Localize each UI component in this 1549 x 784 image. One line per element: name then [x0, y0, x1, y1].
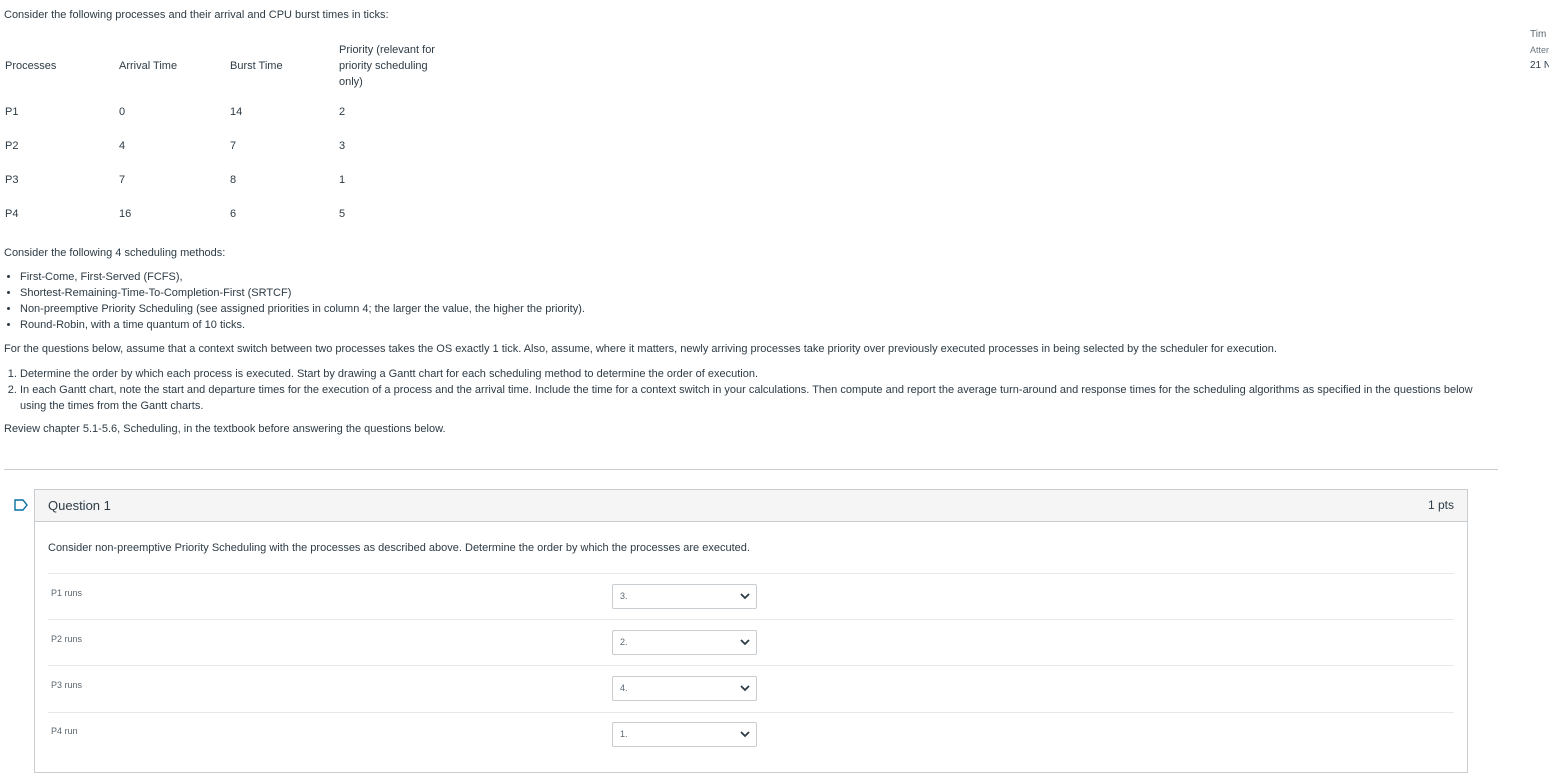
col-header-arrival: Arrival Time	[119, 59, 178, 72]
chevron-down-icon	[740, 593, 750, 600]
answer-select[interactable]: 1.	[612, 722, 757, 747]
methods-list: First-Come, First-Served (FCFS), Shortes…	[0, 269, 585, 333]
cell-process: P1	[5, 106, 19, 118]
list-item: Determine the order by which each proces…	[20, 366, 1500, 382]
list-item: Round-Robin, with a time quantum of 10 t…	[20, 317, 585, 333]
cell-burst: 6	[230, 208, 237, 220]
steps-list: Determine the order by which each proces…	[0, 366, 1500, 414]
divider	[48, 619, 1454, 620]
col-header-priority: Priority (relevant for priority scheduli…	[339, 43, 435, 88]
assumption-text: For the questions below, assume that a c…	[4, 343, 1277, 355]
question-card: Question 1 1 pts Consider non-preemptive…	[34, 489, 1468, 773]
answer-select[interactable]: 2.	[612, 630, 757, 655]
answer-label: P3 runs	[51, 680, 83, 690]
select-value: 4.	[620, 683, 628, 693]
answer-label: P4 run	[51, 726, 78, 736]
table-row: P2 4 7 3	[0, 129, 439, 163]
cell-burst: 14	[230, 106, 243, 118]
answer-label: P1 runs	[51, 588, 83, 598]
chevron-down-icon	[740, 639, 750, 646]
divider	[48, 573, 1454, 574]
chevron-down-icon	[740, 731, 750, 738]
select-value: 1.	[620, 729, 628, 739]
cell-arrival: 7	[119, 174, 126, 186]
divider	[48, 712, 1454, 713]
divider	[4, 469, 1498, 470]
divider	[48, 665, 1454, 666]
cell-arrival: 0	[119, 106, 126, 118]
cell-process: P3	[5, 174, 19, 186]
answer-select[interactable]: 4.	[612, 676, 757, 701]
select-value: 3.	[620, 591, 628, 601]
methods-intro: Consider the following 4 scheduling meth…	[4, 247, 226, 259]
review-text: Review chapter 5.1-5.6, Scheduling, in t…	[4, 423, 446, 435]
chevron-down-icon	[740, 685, 750, 692]
col-header-burst: Burst Time	[230, 59, 283, 72]
list-item: In each Gantt chart, note the start and …	[20, 382, 1500, 414]
question-points: 1 pts	[1427, 498, 1454, 512]
flag-question-icon[interactable]	[14, 498, 28, 511]
col-header-processes: Processes	[5, 59, 57, 72]
table-header-row: Processes Arrival Time Burst Time Priori…	[0, 36, 439, 95]
sidebar-date: 21 N	[1530, 60, 1549, 71]
cell-priority: 2	[339, 106, 346, 118]
cell-arrival: 16	[119, 208, 132, 220]
intro-text: Consider the following processes and the…	[4, 9, 389, 21]
table-row: P3 7 8 1	[0, 163, 439, 197]
cell-priority: 5	[339, 208, 346, 220]
cell-burst: 7	[230, 140, 237, 152]
cell-priority: 3	[339, 140, 346, 152]
cell-process: P4	[5, 208, 19, 220]
list-item: Shortest-Remaining-Time-To-Completion-Fi…	[20, 285, 585, 301]
table-row: P1 0 14 2	[0, 95, 439, 129]
question-header: Question 1 1 pts	[35, 490, 1467, 522]
cell-process: P2	[5, 140, 19, 152]
sidebar-attempt-label: Atter	[1530, 45, 1549, 55]
list-item: First-Come, First-Served (FCFS),	[20, 269, 585, 285]
list-item: Non-preemptive Priority Scheduling (see …	[20, 301, 585, 317]
question-text: Consider non-preemptive Priority Schedul…	[48, 542, 750, 554]
table-row: P4 16 6 5	[0, 197, 439, 231]
select-value: 2.	[620, 637, 628, 647]
answer-select[interactable]: 3.	[612, 584, 757, 609]
question-title: Question 1	[48, 498, 111, 513]
cell-burst: 8	[230, 174, 237, 186]
sidebar-time-label: Tim	[1530, 29, 1547, 40]
answer-label: P2 runs	[51, 634, 83, 644]
cell-arrival: 4	[119, 140, 126, 152]
cell-priority: 1	[339, 174, 346, 186]
process-table: Processes Arrival Time Burst Time Priori…	[0, 36, 439, 231]
